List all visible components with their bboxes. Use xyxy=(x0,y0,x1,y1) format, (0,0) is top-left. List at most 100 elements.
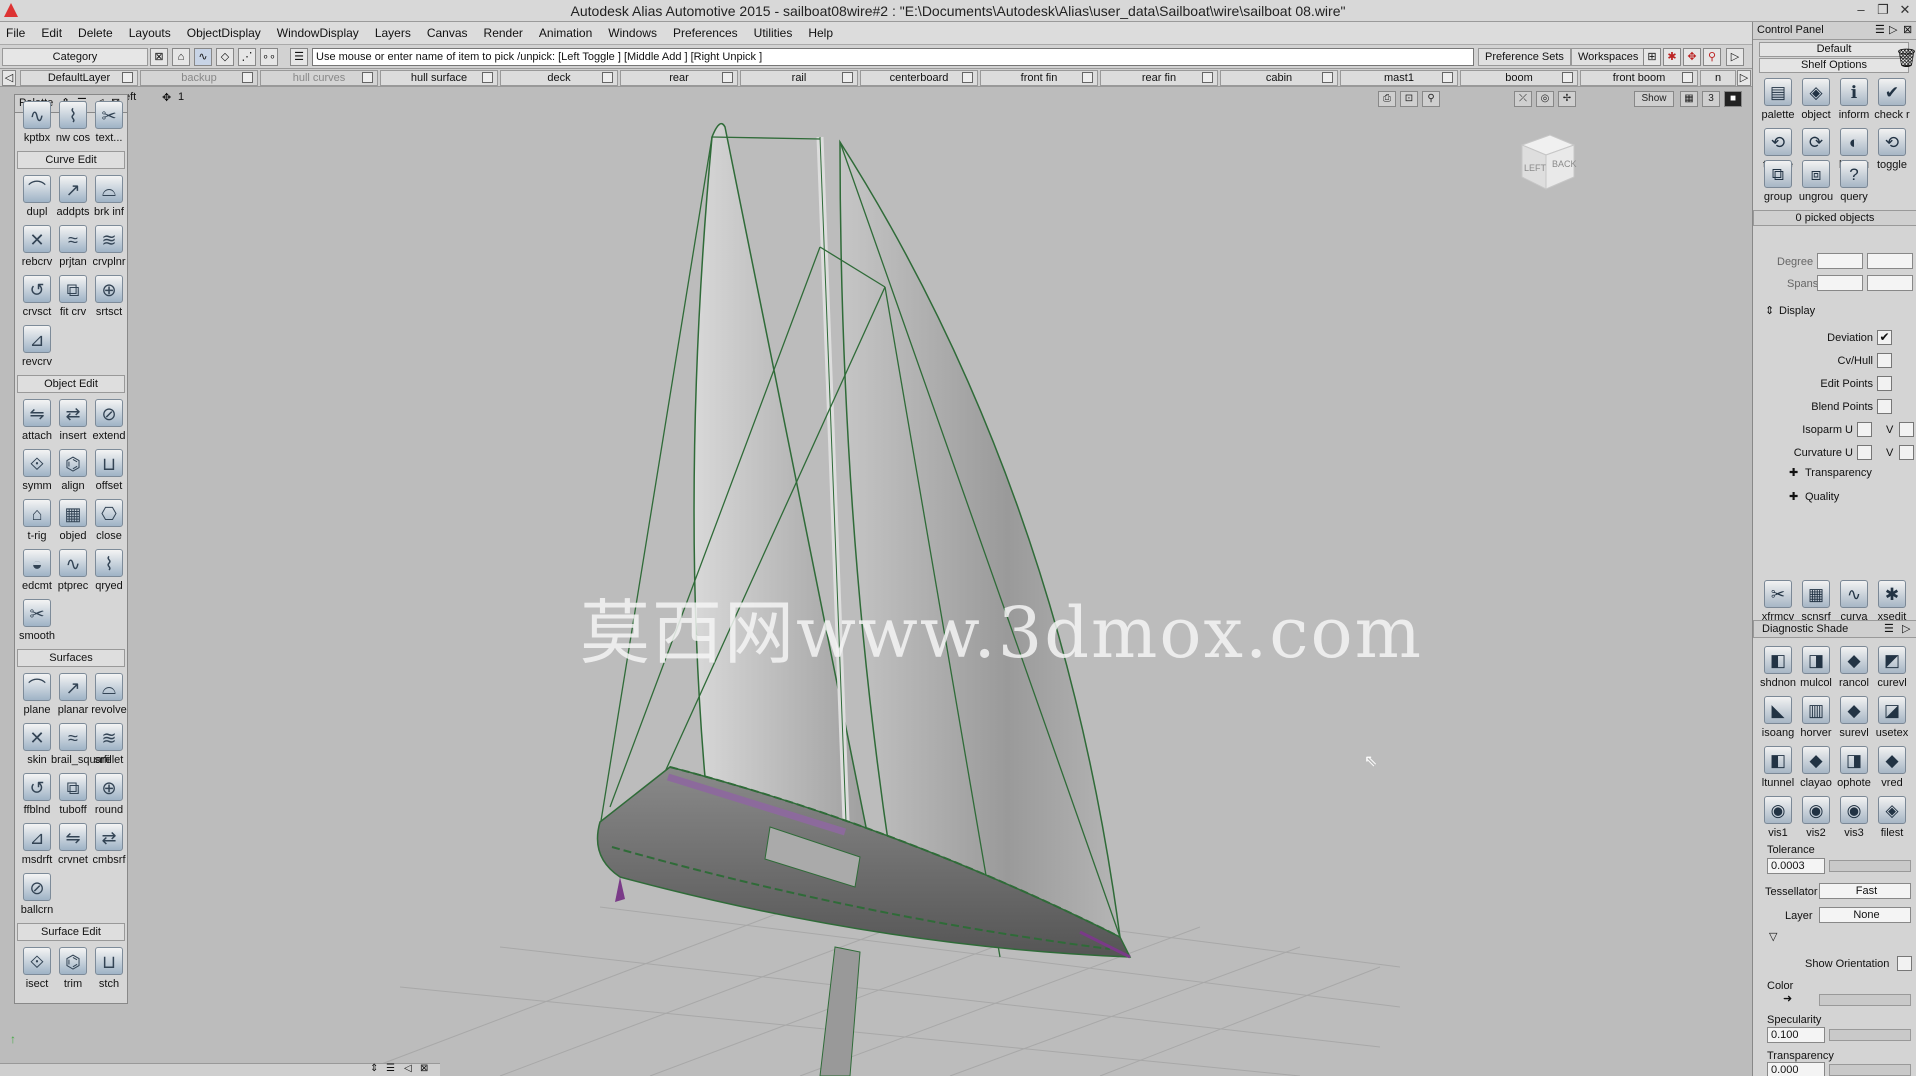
layer-boom-checkbox[interactable] xyxy=(1562,72,1573,83)
palette-tool-ffblnd[interactable]: ↺ ffblnd xyxy=(19,771,55,819)
menu-edit[interactable]: Edit xyxy=(41,26,62,40)
layer-mast1[interactable]: mast1 xyxy=(1340,70,1458,86)
grid-toggle-icon[interactable]: ▦ xyxy=(1680,91,1698,107)
minimize-icon[interactable]: – xyxy=(1850,2,1872,20)
transparency-input[interactable]: 0.000 xyxy=(1767,1062,1825,1076)
palette-tool-dupl[interactable]: ⌒ dupl xyxy=(19,173,55,221)
palette-tool-qryed[interactable]: ⌇ qryed xyxy=(91,547,127,595)
shelf-tool-inform[interactable]: ℹ inform xyxy=(1835,78,1873,128)
color-slider[interactable] xyxy=(1819,994,1911,1006)
pick-surface-icon[interactable]: ◇ xyxy=(216,48,234,66)
palette-tool-rebcrv[interactable]: ✕ rebcrv xyxy=(19,223,55,271)
shelf-tool-toggle[interactable]: ⟲ toggle xyxy=(1873,128,1911,178)
palette-tool-revolve[interactable]: ⌓ revolve xyxy=(91,671,127,719)
pick-point-icon[interactable]: ⋰ xyxy=(238,48,256,66)
palette-tool-crvnet[interactable]: ⇋ crvnet xyxy=(55,821,91,869)
layer-rear-fin[interactable]: rear fin xyxy=(1100,70,1218,86)
palette-tool-isect[interactable]: ⟐ isect xyxy=(19,945,55,993)
display-option-checkbox[interactable] xyxy=(1877,353,1892,368)
palette-tool-planar[interactable]: ↗ planar xyxy=(55,671,91,719)
shelf-default-dropdown[interactable]: Default xyxy=(1759,42,1909,57)
palette-tool-crvsct[interactable]: ↺ crvsct xyxy=(19,273,55,321)
palette-section-surfaces[interactable]: Surfaces xyxy=(17,649,125,667)
layer-boom[interactable]: boom xyxy=(1460,70,1578,86)
menu-help[interactable]: Help xyxy=(808,26,833,40)
shelf-tool-vis2[interactable]: ◉ vis2 xyxy=(1797,796,1835,846)
transparency-slider[interactable] xyxy=(1829,1064,1911,1076)
palette-tool-cmbsrf[interactable]: ⇄ cmbsrf xyxy=(91,821,127,869)
pick-object-icon[interactable]: ⌂ xyxy=(172,48,190,66)
menu-utilities[interactable]: Utilities xyxy=(754,26,793,40)
menu-windowdisplay[interactable]: WindowDisplay xyxy=(277,26,359,40)
layer-cabin-checkbox[interactable] xyxy=(1322,72,1333,83)
shelf-tool-isoang[interactable]: ◣ isoang xyxy=(1759,696,1797,746)
pan-icon[interactable]: ✢ xyxy=(1558,91,1576,107)
pick-curve-icon[interactable]: ∿ xyxy=(194,48,212,66)
strip-close-icon[interactable]: ⊠ xyxy=(420,1063,428,1074)
palette-tool-insert[interactable]: ⇄ insert xyxy=(55,397,91,445)
cp-list-icon[interactable]: ☰ xyxy=(1875,23,1885,36)
trash-icon[interactable]: 🗑 xyxy=(1895,48,1916,69)
layout-grid-icon[interactable]: ⊞ xyxy=(1643,48,1661,66)
menu-delete[interactable]: Delete xyxy=(78,26,113,40)
palette-tool-objed[interactable]: ▦ objed xyxy=(55,497,91,545)
palette-tool-symm[interactable]: ⟐ symm xyxy=(19,447,55,495)
tolerance-slider[interactable] xyxy=(1829,860,1911,872)
palette-tool-align[interactable]: ⌬ align xyxy=(55,447,91,495)
layer-n[interactable]: n xyxy=(1700,70,1736,86)
palette-tool-smooth[interactable]: ✂ smooth xyxy=(19,597,55,645)
diag-list-icon[interactable]: ☰ xyxy=(1884,622,1894,635)
color-arrow-icon[interactable]: ➜ xyxy=(1783,992,1792,1005)
display-option-v-checkbox[interactable] xyxy=(1899,422,1914,437)
category-dropdown[interactable]: Category xyxy=(2,48,148,66)
transparency-sub[interactable]: Transparency xyxy=(1805,467,1872,479)
palette-tool-prjtan[interactable]: ≈ prjtan xyxy=(55,223,91,271)
layer-rear[interactable]: rear xyxy=(620,70,738,86)
transparency-expand-icon[interactable]: ✚ xyxy=(1789,466,1798,479)
palette-tool-close[interactable]: ⎔ close xyxy=(91,497,127,545)
layer-front-boom[interactable]: front boom xyxy=(1580,70,1698,86)
palette-tool-plane[interactable]: ⌒ plane xyxy=(19,671,55,719)
shelf-tool-clayao[interactable]: ◆ clayao xyxy=(1797,746,1835,796)
palette-tool-stch[interactable]: ⊔ stch xyxy=(91,945,127,993)
expand-right-icon[interactable]: ▷ xyxy=(1726,48,1744,66)
tolerance-input[interactable]: 0.0003 xyxy=(1767,858,1825,874)
layer-dropdown[interactable]: None xyxy=(1819,907,1911,923)
menu-render[interactable]: Render xyxy=(484,26,523,40)
degree-field[interactable] xyxy=(1817,253,1863,269)
palette-tool-brail-square[interactable]: ≈ brail_square xyxy=(51,721,112,769)
palette-tool-crvplnr[interactable]: ≋ crvplnr xyxy=(91,223,127,271)
view-cube[interactable]: LEFT BACK xyxy=(1510,127,1580,197)
strip-collapse-icon[interactable]: ◁ xyxy=(404,1063,412,1074)
layer-hull-curves[interactable]: hull curves xyxy=(260,70,378,86)
layer-front-boom-checkbox[interactable] xyxy=(1682,72,1693,83)
shelf-tool-filest[interactable]: ◈ filest xyxy=(1873,796,1911,846)
degree-field-2[interactable] xyxy=(1867,253,1913,269)
palette-tool-ballcrn[interactable]: ⊘ ballcrn xyxy=(19,871,55,919)
shelf-tool-ophote[interactable]: ◨ ophote xyxy=(1835,746,1873,796)
layer-backup[interactable]: backup xyxy=(140,70,258,86)
zoom-icon[interactable]: ⚲ xyxy=(1422,91,1440,107)
strip-list-icon[interactable]: ☰ xyxy=(386,1063,395,1074)
shelf-tool-ltunnel[interactable]: ◧ ltunnel xyxy=(1759,746,1797,796)
layer-scroll-right-icon[interactable]: ▷ xyxy=(1737,70,1751,86)
layer-hull-surface-checkbox[interactable] xyxy=(482,72,493,83)
tessellator-dropdown[interactable]: Fast xyxy=(1819,883,1911,899)
layer-scroll-left-icon[interactable]: ◁ xyxy=(2,70,16,86)
shelf-tool-rancol[interactable]: ◆ rancol xyxy=(1835,646,1873,696)
transform-icon[interactable]: ✥ xyxy=(1683,48,1701,66)
layer-front-fin-checkbox[interactable] xyxy=(1082,72,1093,83)
palette-tool-attach[interactable]: ⇋ attach xyxy=(19,397,55,445)
layer-backup-checkbox[interactable] xyxy=(242,72,253,83)
palette-section-curve-edit[interactable]: Curve Edit xyxy=(17,151,125,169)
shelf-tool-ungrou[interactable]: ⧈ ungrou xyxy=(1797,160,1835,210)
shelf-tool-query[interactable]: ? query xyxy=(1835,160,1873,210)
frame-icon[interactable]: ⊡ xyxy=(1400,91,1418,107)
shelf-tool-vis1[interactable]: ◉ vis1 xyxy=(1759,796,1797,846)
palette-tool-extend[interactable]: ⊘ extend xyxy=(91,397,127,445)
layer-hull-curves-checkbox[interactable] xyxy=(362,72,373,83)
palette-tool-brk-inf[interactable]: ⌓ brk inf xyxy=(91,173,127,221)
palette-tool-t-rig[interactable]: ⌂ t-rig xyxy=(19,497,55,545)
collapse-arrow-icon[interactable]: ▽ xyxy=(1769,930,1777,943)
cp-close-icon[interactable]: ⊠ xyxy=(1903,23,1912,36)
